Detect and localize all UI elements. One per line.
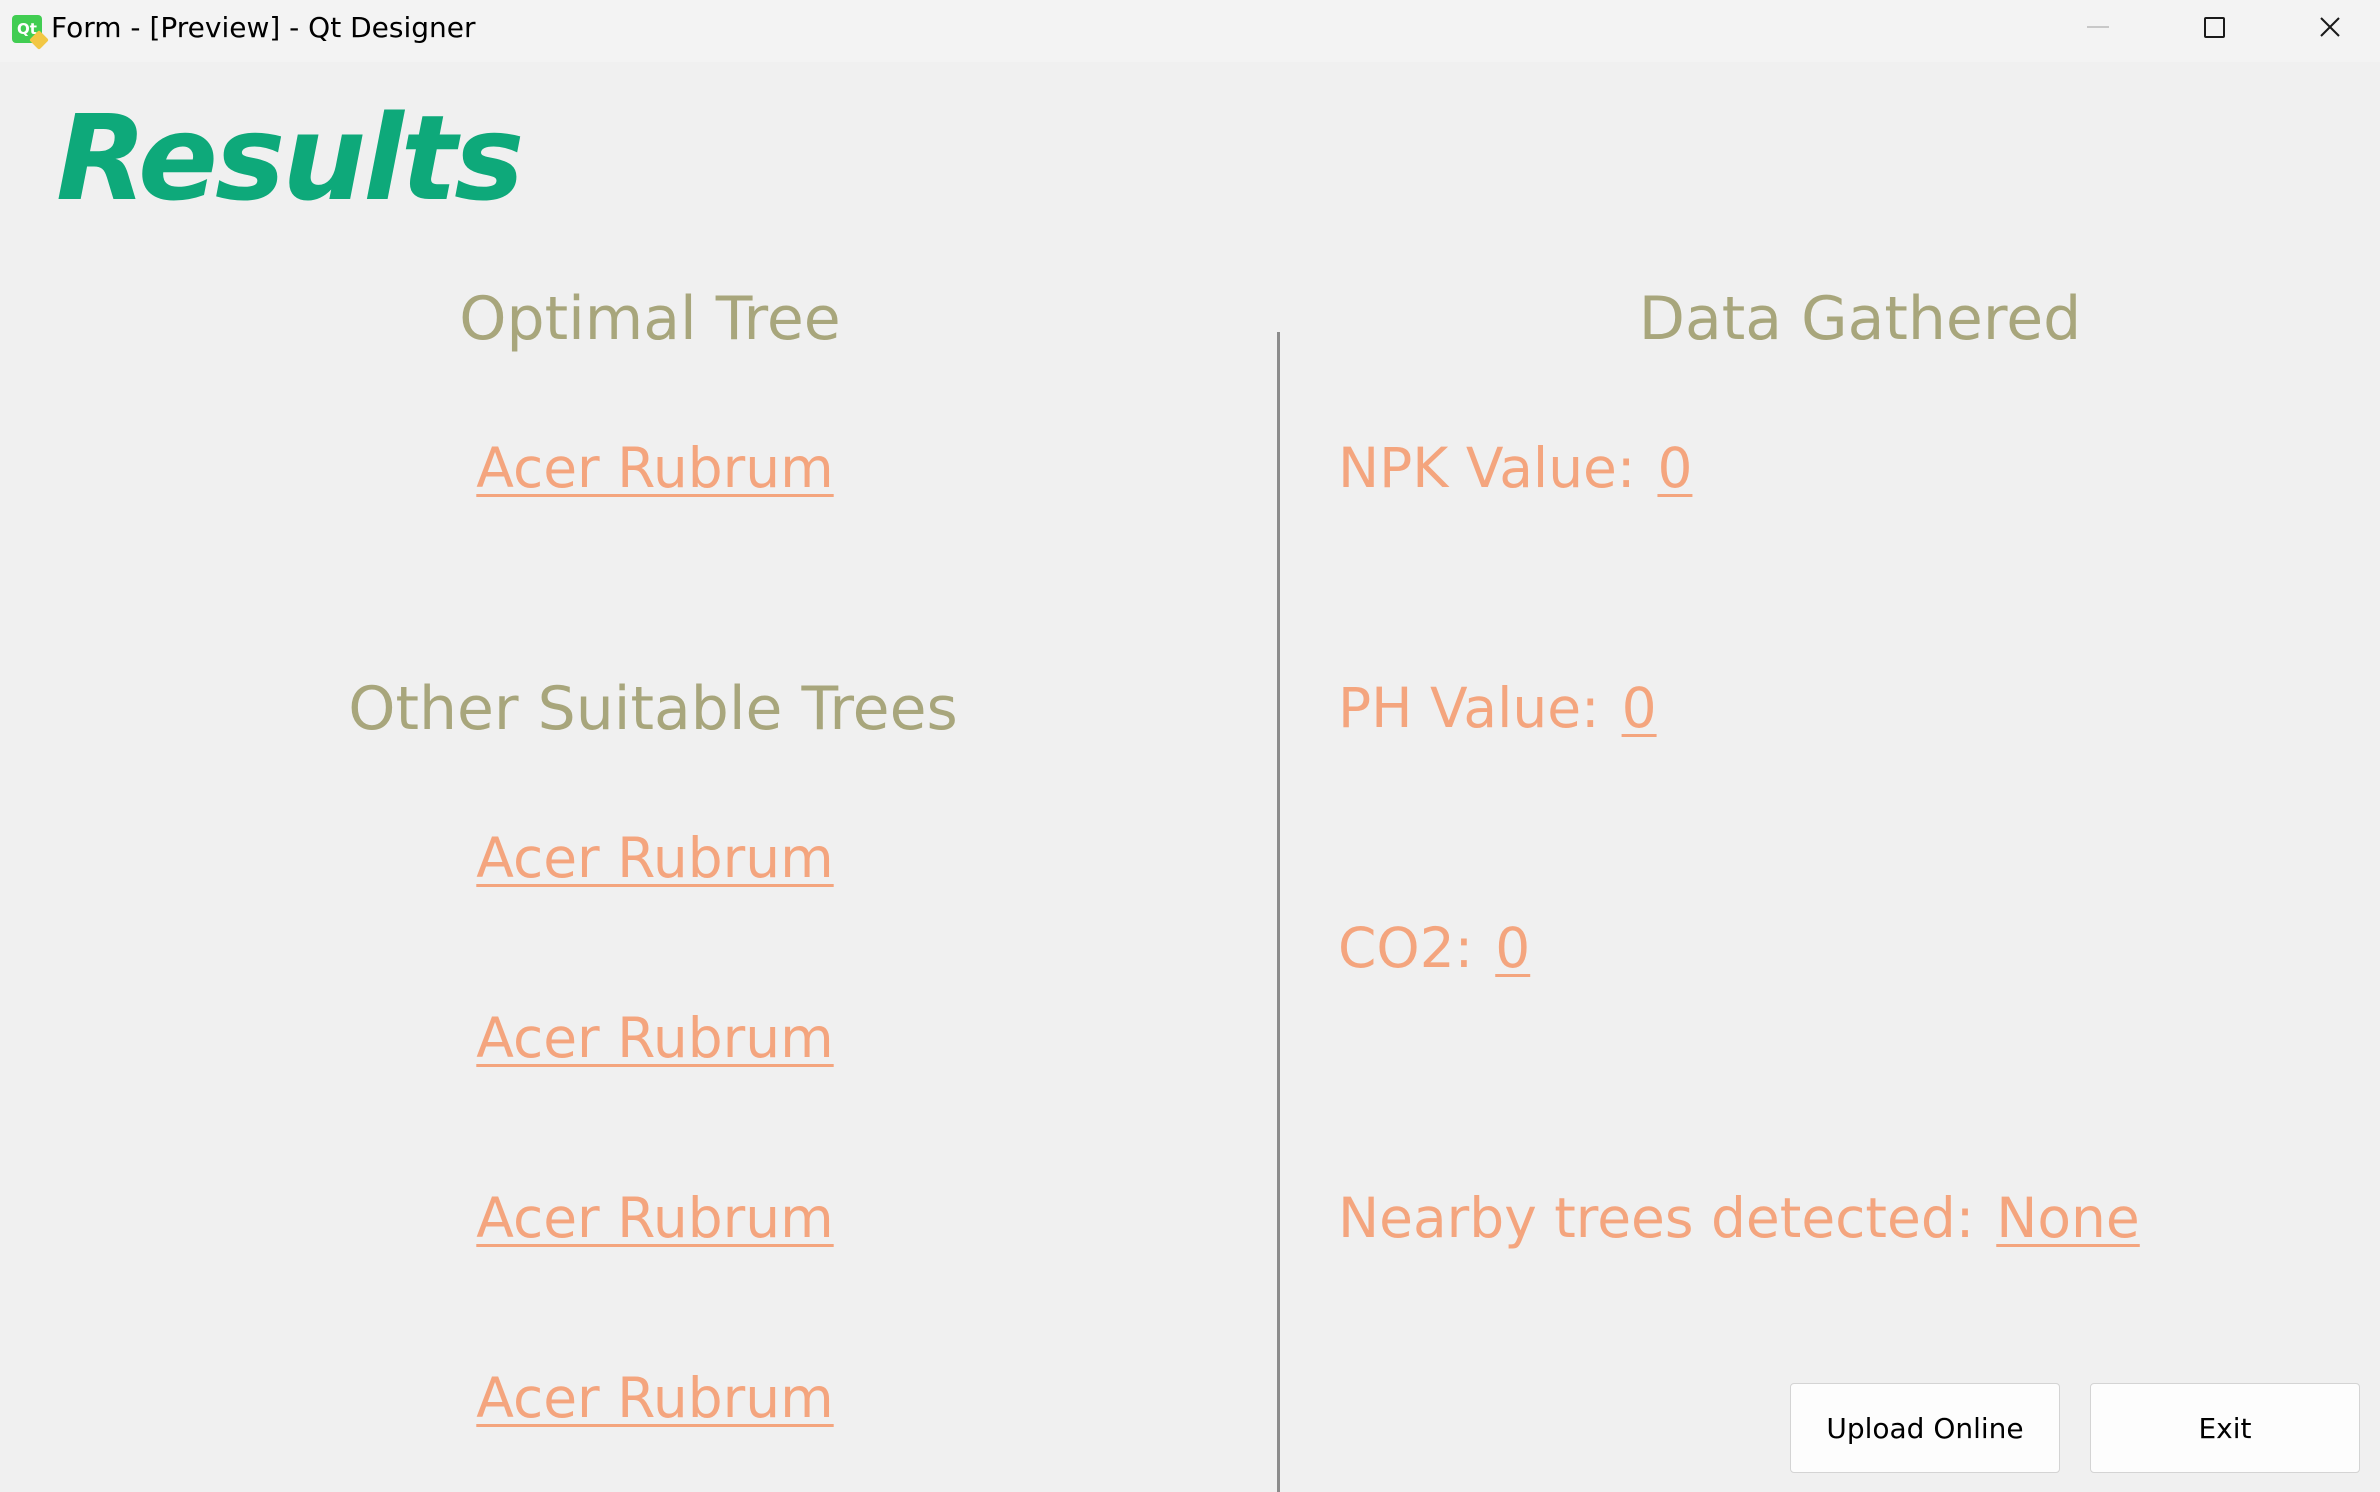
ph-value[interactable]: 0 <box>1622 676 1657 740</box>
co2-value-row: CO2: 0 <box>1338 913 1530 983</box>
nearby-trees-label: Nearby trees detected: <box>1338 1186 1975 1250</box>
nearby-trees-row: Nearby trees detected: None <box>1338 1183 2140 1253</box>
optimal-tree-link[interactable]: Acer Rubrum <box>400 433 910 503</box>
npk-value-row: NPK Value: 0 <box>1338 433 1692 503</box>
minimize-button[interactable] <box>2040 0 2156 54</box>
other-tree-link-3[interactable]: Acer Rubrum <box>400 1183 910 1253</box>
minimize-icon <box>2087 26 2109 28</box>
nearby-trees-value[interactable]: None <box>1996 1186 2140 1250</box>
other-tree-link-4[interactable]: Acer Rubrum <box>400 1363 910 1433</box>
other-suitable-trees-header: Other Suitable Trees <box>348 674 958 744</box>
close-icon <box>2320 17 2340 37</box>
npk-label: NPK Value: <box>1338 436 1636 500</box>
qt-designer-icon: Qt <box>12 15 49 50</box>
optimal-tree-header: Optimal Tree <box>459 284 841 354</box>
data-gathered-header: Data Gathered <box>1638 284 2082 354</box>
maximize-icon <box>2203 16 2225 38</box>
qt-designer-preview-window: Qt Form - [Preview] - Qt Designer Result… <box>0 0 2380 1492</box>
co2-value[interactable]: 0 <box>1495 916 1530 980</box>
vertical-divider <box>1277 332 1280 1492</box>
ph-label: PH Value: <box>1338 676 1600 740</box>
npk-value[interactable]: 0 <box>1657 436 1692 500</box>
close-button[interactable] <box>2272 0 2380 54</box>
window-title: Form - [Preview] - Qt Designer <box>51 11 476 44</box>
title-bar: Qt Form - [Preview] - Qt Designer <box>0 0 2380 62</box>
other-tree-link-1[interactable]: Acer Rubrum <box>400 823 910 893</box>
ph-value-row: PH Value: 0 <box>1338 673 1657 743</box>
page-title: Results <box>56 89 524 227</box>
exit-button[interactable]: Exit <box>2090 1383 2360 1473</box>
other-tree-link-2[interactable]: Acer Rubrum <box>400 1003 910 1073</box>
maximize-button[interactable] <box>2156 0 2272 54</box>
co2-label: CO2: <box>1338 916 1474 980</box>
upload-online-button[interactable]: Upload Online <box>1790 1383 2060 1473</box>
